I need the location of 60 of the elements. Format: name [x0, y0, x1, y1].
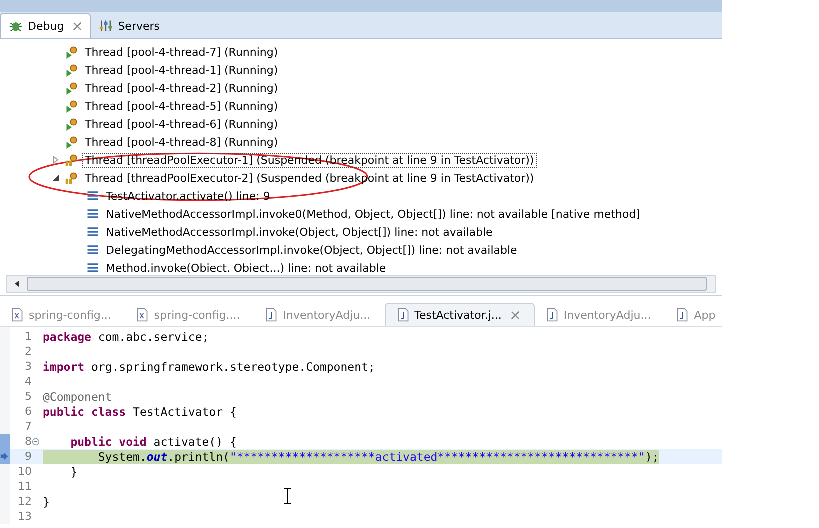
thread-item[interactable]: Thread [pool-4-thread-7] (Running)	[82, 44, 282, 60]
line-number: 13	[17, 510, 32, 523]
view-tab[interactable]: Servers	[91, 14, 168, 38]
editor-tab[interactable]: spring-config....	[125, 304, 254, 326]
line-number: 10	[17, 465, 32, 478]
line-number: 9	[24, 450, 32, 463]
thread-item[interactable]: Thread [pool-4-thread-2] (Running)	[82, 80, 282, 96]
code-line: public void activate() {	[70, 434, 237, 448]
stack-frame-item[interactable]: Method.invoke(Obiect. Obiect...) line: not available	[103, 260, 390, 275]
editor-tab[interactable]: TestActivator.j...	[384, 303, 535, 326]
scrollbar-thumb[interactable]	[27, 277, 707, 291]
instruction-pointer-icon	[0, 452, 9, 461]
editor-tab[interactable]: spring-config...	[0, 304, 126, 326]
stack-frame-icon	[86, 261, 100, 275]
code-line: @Component	[43, 390, 112, 404]
thread-item[interactable]: Thread [pool-4-thread-5] (Running)	[82, 98, 282, 114]
line-number: 6	[24, 405, 32, 418]
line-number: 2	[24, 345, 32, 358]
text-cursor-icon	[284, 488, 291, 504]
code-line: }	[43, 494, 50, 508]
editor-tab[interactable]: InventoryAdju...	[534, 304, 666, 326]
code-line: public class TestActivator {	[43, 404, 237, 418]
line-number: 5	[24, 390, 32, 403]
horizontal-scrollbar[interactable]	[6, 275, 716, 293]
thread-item[interactable]: Thread [pool-4-thread-6] (Running)	[82, 116, 282, 132]
stack-frame-item[interactable]: NativeMethodAccessorImpl.invoke(Object, Object[]) line: not available	[103, 224, 496, 240]
line-number: 3	[24, 360, 32, 373]
line-number: 12	[17, 495, 32, 508]
java-file-icon	[396, 308, 410, 322]
view-tab[interactable]: Debug	[0, 13, 92, 38]
stack-frame-icon	[86, 225, 100, 239]
thread-item[interactable]: Thread [pool-4-thread-1] (Running)	[82, 62, 282, 78]
line-number: 7	[24, 420, 32, 433]
java-file-icon	[675, 308, 690, 322]
code-line: import org.springframework.stereotype.Component;	[43, 360, 376, 374]
close-icon[interactable]	[73, 22, 82, 30]
fold-icon[interactable]	[32, 438, 40, 446]
xml-file-icon	[135, 308, 150, 322]
stack-frame-icon	[86, 243, 100, 257]
expand-arrow-icon[interactable]	[52, 156, 60, 164]
stack-frame-icon	[86, 189, 100, 203]
xml-file-icon	[10, 308, 24, 322]
stack-frame-icon	[86, 207, 100, 221]
stack-frame-item[interactable]: NativeMethodAccessorImpl.invoke0(Method, Object, Object[]) line: not available [native method]	[103, 206, 644, 222]
stack-frame-item[interactable]: DelegatingMethodAccessorImpl.invoke(Object, Object[]) line: not available	[103, 242, 520, 258]
editor-tab[interactable]: App	[665, 304, 722, 326]
thread-item[interactable]: Thread [pool-4-thread-8] (Running)	[82, 134, 282, 150]
code-line: package com.abc.service;	[43, 330, 210, 344]
java-file-icon	[264, 308, 278, 322]
sliders-icon	[99, 19, 114, 33]
line-number: 8	[24, 435, 32, 448]
line-number: 11	[17, 480, 32, 493]
line-number: 4	[24, 375, 32, 388]
scroll-left-icon[interactable]	[13, 280, 21, 288]
close-icon[interactable]	[510, 310, 520, 320]
java-file-icon	[544, 308, 559, 322]
line-number: 1	[24, 330, 32, 343]
code-line: }	[70, 464, 78, 478]
collapse-arrow-icon[interactable]	[52, 174, 60, 182]
editor-tab[interactable]: InventoryAdju...	[254, 304, 385, 326]
